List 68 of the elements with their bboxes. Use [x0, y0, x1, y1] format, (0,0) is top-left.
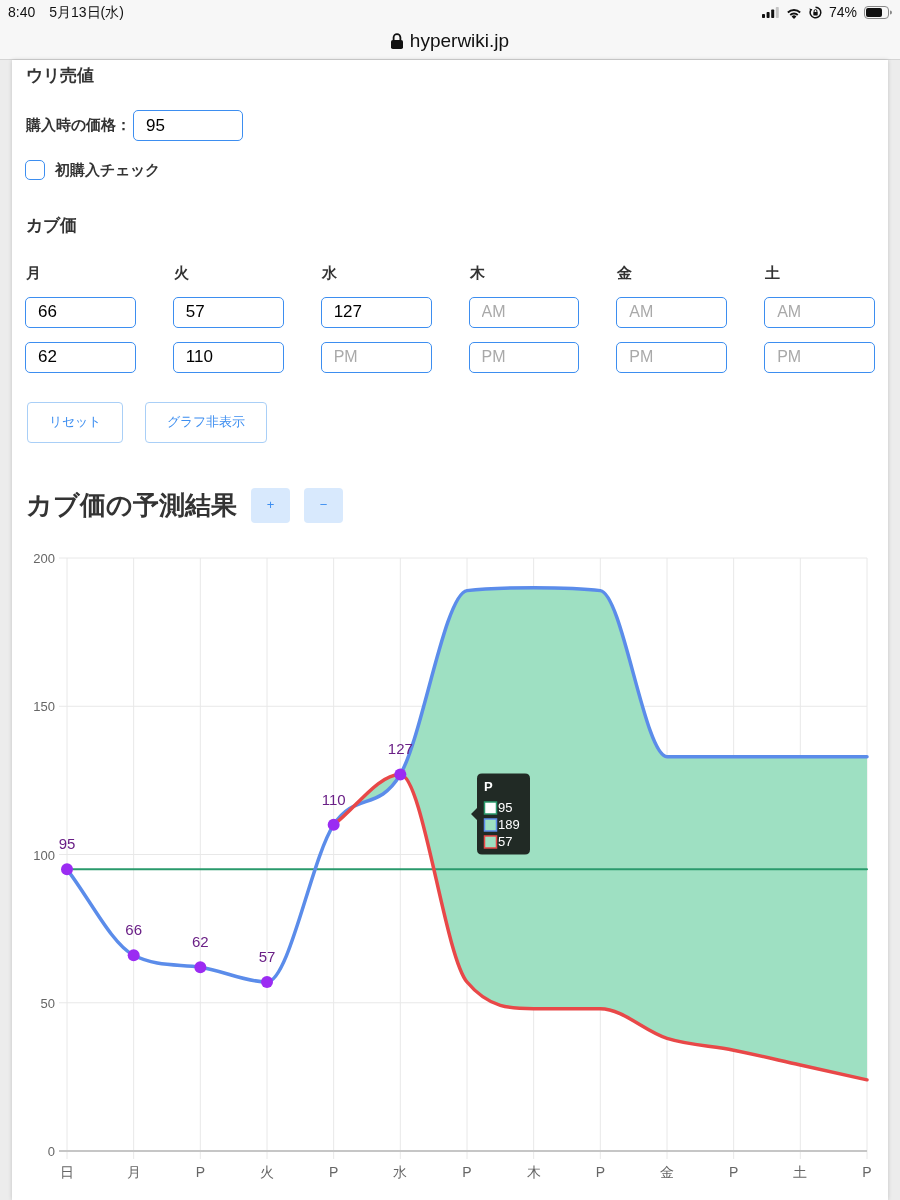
- am-price-field[interactable]: 57: [172, 296, 284, 328]
- day-label: 月: [25, 262, 41, 283]
- x-axis-label: P: [729, 1163, 739, 1180]
- am-price-field[interactable]: AM: [468, 296, 580, 328]
- signal-icon: [761, 7, 779, 18]
- tooltip-title: P: [484, 779, 493, 794]
- y-axis-label: 0: [47, 1143, 55, 1159]
- date-text: 5月13日(水): [49, 3, 124, 22]
- x-axis-label: 水: [393, 1163, 408, 1180]
- pm-price-field[interactable]: 62: [25, 341, 136, 373]
- wifi-icon: [785, 6, 802, 19]
- pm-price-field[interactable]: PM: [616, 341, 728, 373]
- am-price-field[interactable]: 66: [25, 296, 136, 328]
- day-label: 火: [172, 262, 189, 283]
- data-label: 110: [321, 790, 346, 808]
- pm-price-field[interactable]: PM: [764, 341, 875, 373]
- battery-percent: 74%: [828, 3, 857, 22]
- section-title: ウリ売値: [25, 65, 94, 87]
- data-point: [61, 862, 73, 875]
- day-label: 土: [764, 262, 781, 283]
- am-price-field[interactable]: AM: [764, 296, 875, 328]
- tooltip-value: 95: [498, 800, 513, 815]
- am-price-field[interactable]: AM: [616, 296, 728, 328]
- purchase-price-field[interactable]: 95: [133, 110, 243, 141]
- day-label: 水: [320, 262, 337, 283]
- data-label: 66: [125, 920, 142, 938]
- clock-time: 8:40: [8, 3, 36, 22]
- data-label: 57: [258, 947, 276, 965]
- data-point: [127, 948, 140, 961]
- x-axis-label: P: [462, 1163, 472, 1180]
- x-axis-label: P: [862, 1163, 872, 1180]
- x-axis-label: P: [195, 1163, 205, 1180]
- lock-icon: [390, 33, 403, 49]
- day-label: 木: [468, 262, 485, 283]
- x-axis-label: P: [595, 1163, 605, 1180]
- x-axis-label: P: [329, 1163, 339, 1180]
- data-point: [261, 975, 273, 988]
- url-text[interactable]: hyperwiki.jp: [409, 26, 510, 56]
- rotation-lock-icon: [808, 6, 822, 19]
- data-point: [327, 818, 340, 831]
- tooltip-value: 57: [498, 834, 513, 849]
- x-axis-label: 金: [660, 1163, 674, 1180]
- x-axis-label: 火: [260, 1163, 274, 1180]
- pm-price-field[interactable]: PM: [320, 341, 432, 373]
- checkbox-label: 初購入チェック: [55, 160, 160, 180]
- field-label: 購入時の価格：: [25, 115, 131, 136]
- x-axis-label: 木: [526, 1163, 541, 1180]
- section-title: カブ価: [25, 214, 77, 237]
- reset-button[interactable]: リセット: [27, 401, 123, 443]
- data-point: [394, 767, 407, 780]
- x-axis-label: 日: [60, 1163, 74, 1180]
- pm-price-field[interactable]: 110: [172, 341, 284, 373]
- pm-price-field[interactable]: PM: [468, 341, 580, 373]
- x-axis-label: 月: [126, 1163, 141, 1180]
- tooltip-value: 189: [498, 817, 520, 832]
- checkbox[interactable]: [25, 160, 45, 181]
- day-label: 金: [616, 262, 633, 283]
- data-label: 62: [192, 932, 209, 950]
- data-label: 95: [58, 834, 76, 852]
- battery-icon: [864, 6, 892, 19]
- data-point: [194, 960, 207, 973]
- x-axis-label: 土: [793, 1163, 808, 1180]
- y-axis-label: 200: [33, 550, 55, 566]
- y-axis-label: 150: [33, 698, 55, 714]
- forecast-title: カブ価の予測結果: [25, 489, 237, 521]
- y-axis-label: 50: [40, 995, 55, 1011]
- am-price-field[interactable]: 127: [320, 296, 432, 328]
- y-axis-label: 100: [33, 847, 55, 862]
